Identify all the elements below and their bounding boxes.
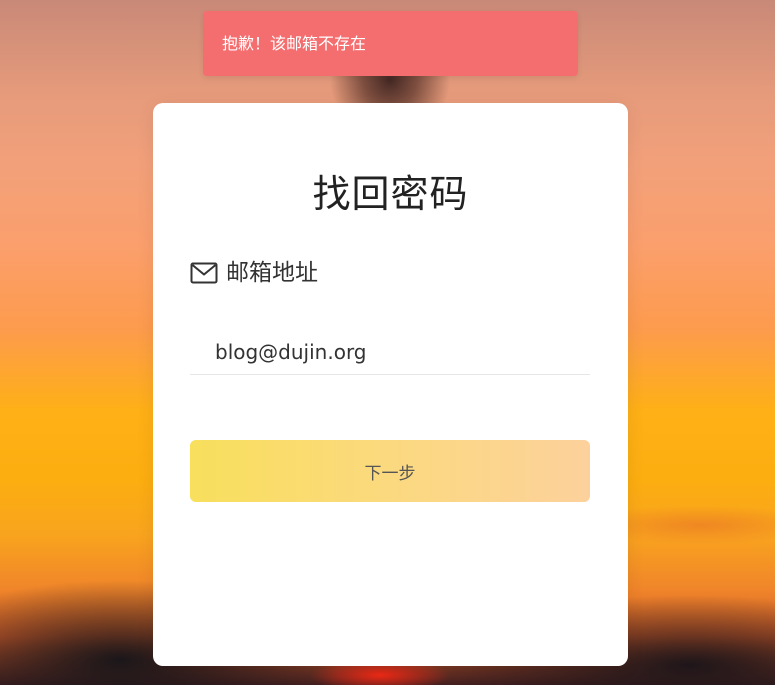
error-toast-message: 抱歉！该邮箱不存在 [222,33,367,53]
mail-icon [190,261,218,285]
email-field-label: 邮箱地址 [190,257,318,289]
error-toast: 抱歉！该邮箱不存在 [203,11,578,76]
email-input[interactable] [190,329,590,375]
password-recovery-card: 找回密码 邮箱地址 下一步 [153,103,628,666]
page-title: 找回密码 [312,172,469,216]
next-step-button[interactable]: 下一步 [190,440,590,502]
email-label-text: 邮箱地址 [226,260,318,286]
